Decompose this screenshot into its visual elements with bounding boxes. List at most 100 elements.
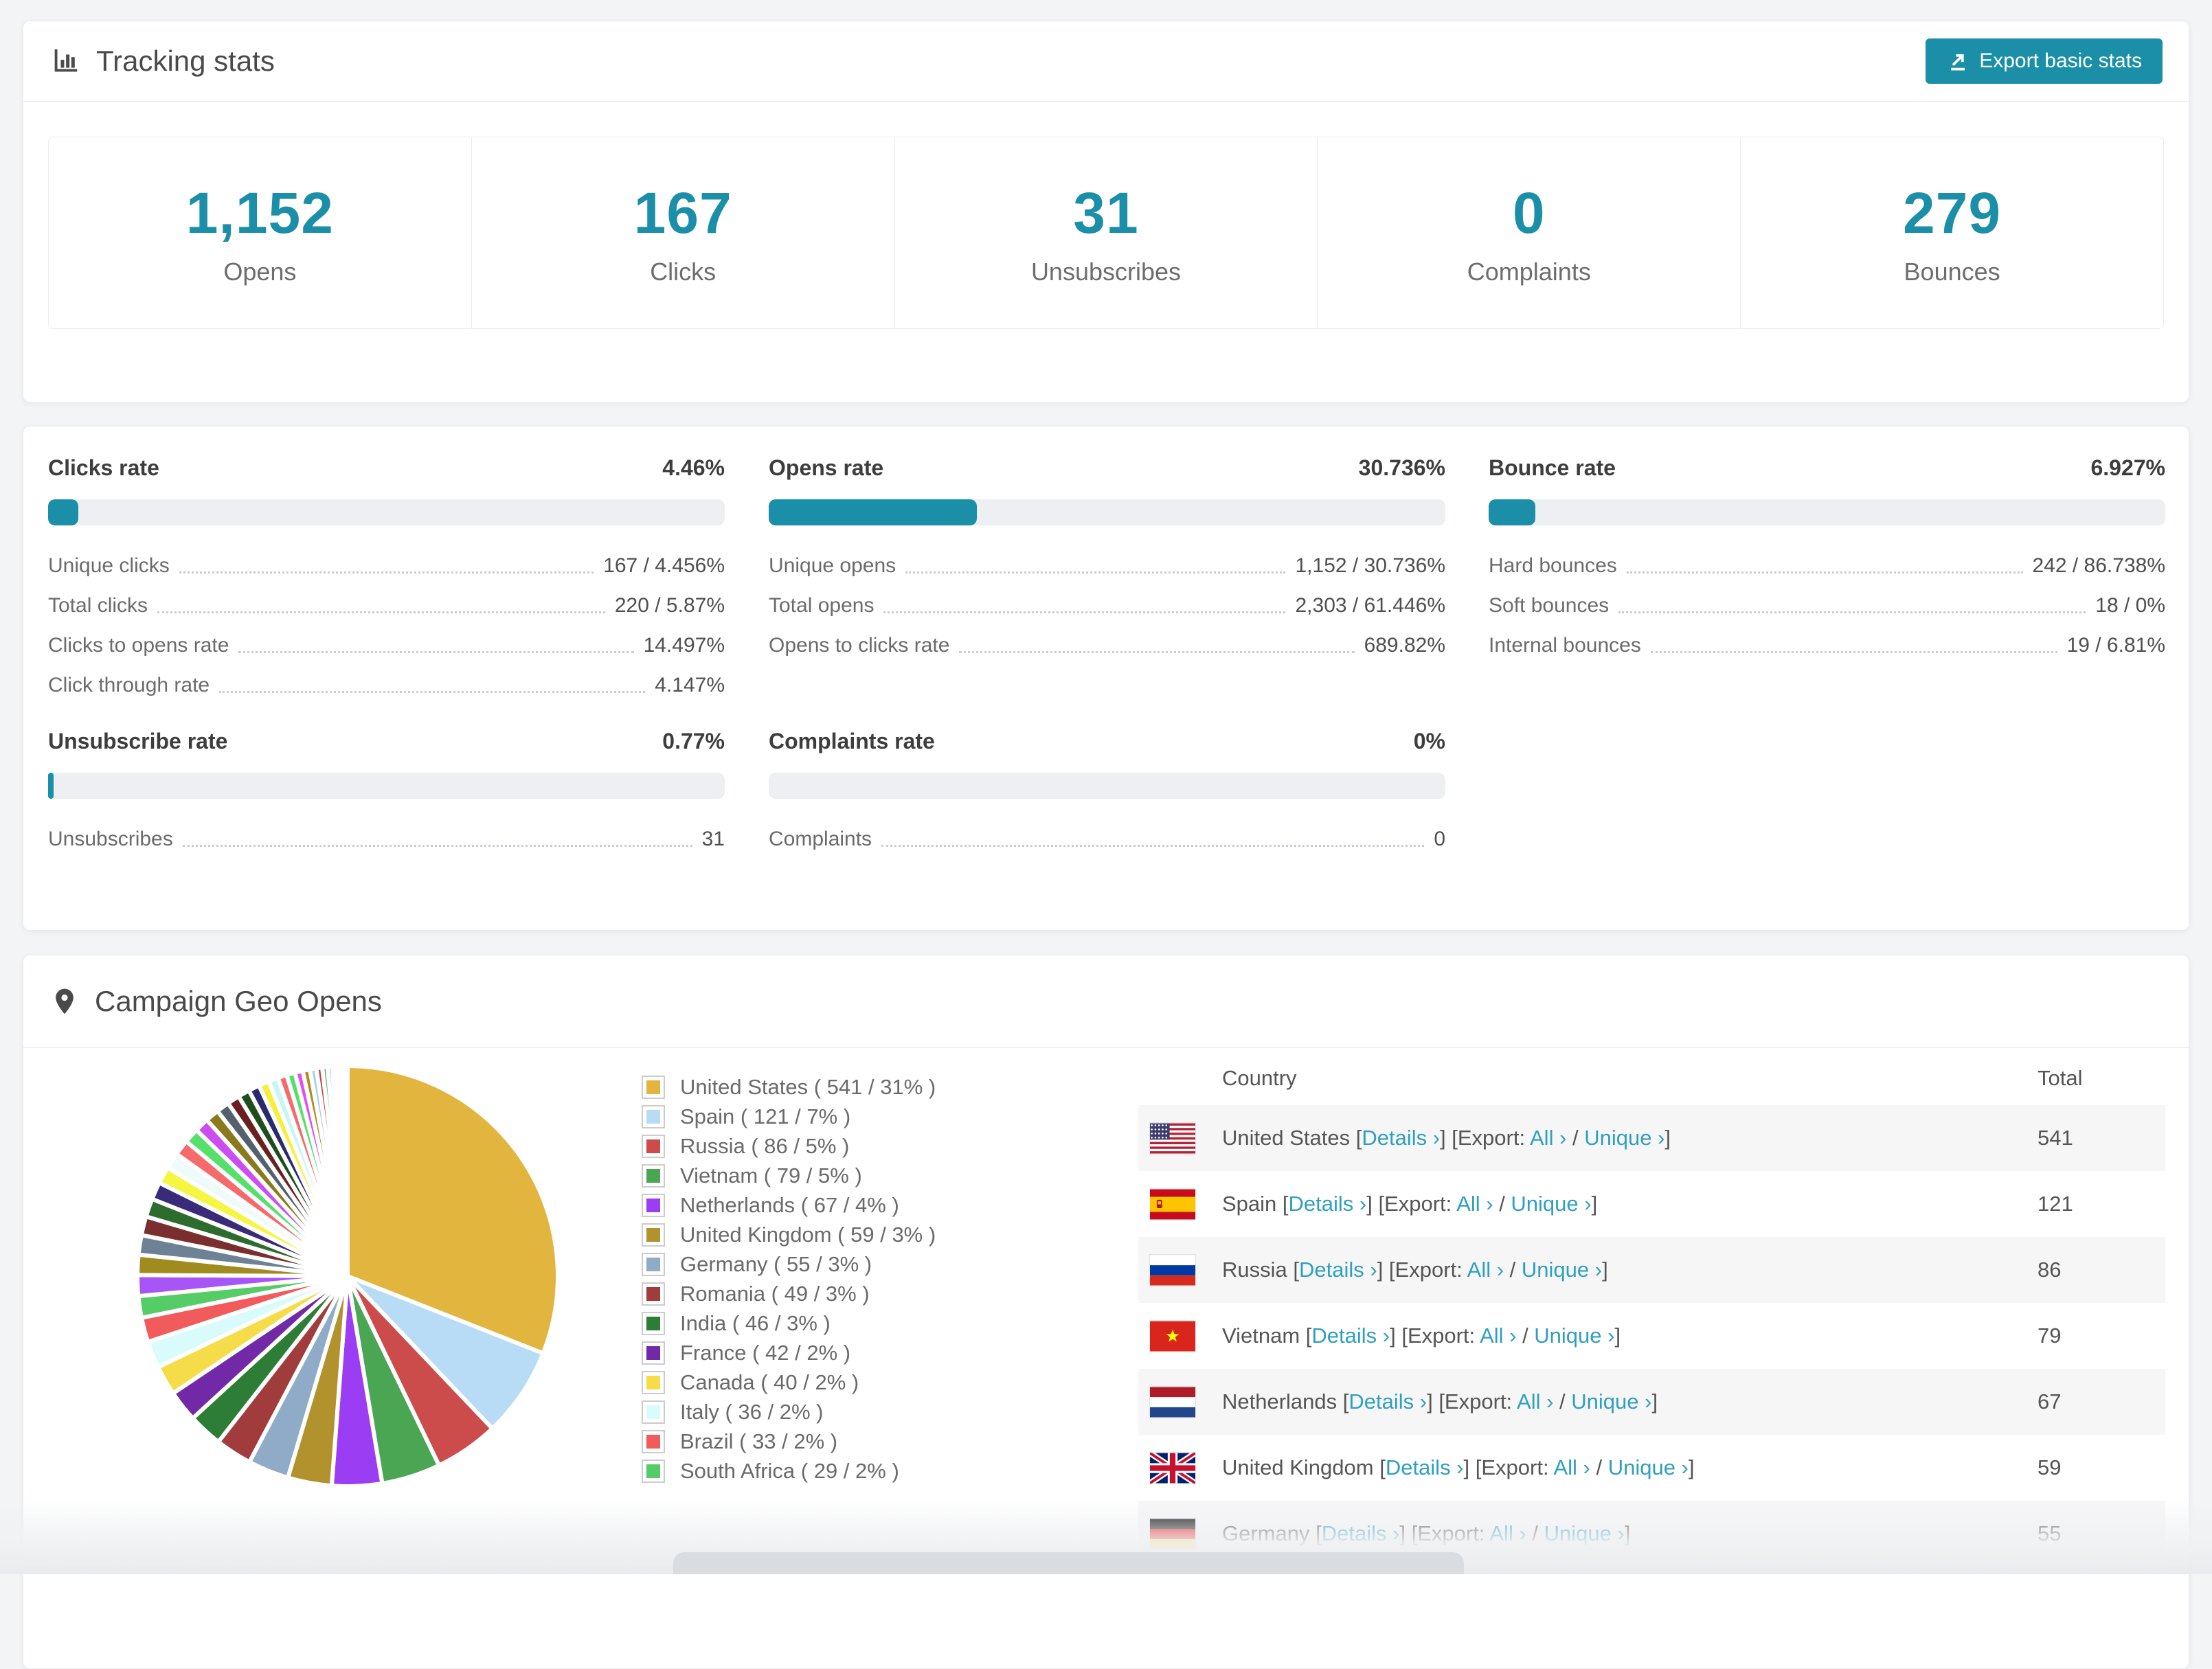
export-all-link[interactable]: All › — [1530, 1126, 1566, 1150]
export-unique-link[interactable]: Unique › — [1608, 1455, 1689, 1479]
rate-stat-row: Opens to clicks rate 689.82% — [769, 633, 1445, 659]
row-total: 541 — [2038, 1126, 2073, 1150]
dotted-leader — [219, 691, 646, 693]
legend-item[interactable]: Canada ( 40 / 2% ) — [642, 1367, 936, 1397]
export-button-label: Export basic stats — [1979, 49, 2142, 72]
export-unique-link[interactable]: Unique › — [1522, 1258, 1602, 1282]
details-link[interactable]: Details › — [1299, 1258, 1377, 1282]
legend-swatch — [642, 1429, 665, 1453]
flag-icon-ru — [1150, 1255, 1195, 1286]
row-total: 67 — [2038, 1389, 2062, 1413]
export-basic-stats-button[interactable]: Export basic stats — [1926, 38, 2163, 84]
row-country-cell: Vietnam [Details ›] [Export: All › / Uni… — [1222, 1324, 1621, 1348]
rate-stat-label: Opens to clicks rate — [769, 634, 950, 657]
rate-value: 6.927% — [2090, 455, 2165, 480]
details-link[interactable]: Details › — [1311, 1324, 1390, 1348]
dotted-leader — [883, 611, 1286, 613]
export-all-link[interactable]: All › — [1480, 1324, 1516, 1348]
legend-swatch — [642, 1104, 665, 1128]
complaints-rate-panel: Complaints rate 0% Complaints 0 — [769, 727, 1445, 866]
details-link[interactable]: Details › — [1386, 1455, 1464, 1479]
export-all-link[interactable]: All › — [1467, 1258, 1504, 1282]
opens-rate-panel: Opens rate 30.736% Unique opens 1,152 / 3… — [769, 454, 1445, 672]
rate-head: Clicks rate 4.46% — [48, 454, 725, 481]
legend-label: Canada ( 40 / 2% ) — [680, 1370, 859, 1394]
legend-label: Romania ( 49 / 3% ) — [680, 1281, 870, 1306]
legend-label: Netherlands ( 67 / 4% ) — [680, 1192, 899, 1217]
legend-swatch — [642, 1075, 665, 1099]
rate-stat-row: Total opens 2,303 / 61.446% — [769, 593, 1445, 619]
stat-bounces: 279 Bounces — [1740, 137, 2163, 328]
row-total: 79 — [2038, 1324, 2062, 1348]
stat-label: Clicks — [650, 257, 716, 286]
stat-label: Bounces — [1904, 257, 2000, 286]
rate-stat-value: 0 — [1434, 828, 1445, 850]
legend-label: Russia ( 86 / 5% ) — [680, 1133, 850, 1158]
legend-item[interactable]: Netherlands ( 67 / 4% ) — [642, 1190, 936, 1220]
details-link[interactable]: Details › — [1289, 1192, 1367, 1216]
bounce-rate-panel: Bounce rate 6.927% Hard bounces 242 / 86.… — [1489, 454, 2165, 672]
legend-item[interactable]: Spain ( 121 / 7% ) — [642, 1102, 936, 1131]
rate-stat-row: Total clicks 220 / 5.87% — [48, 593, 725, 619]
legend-item[interactable]: Italy ( 36 / 2% ) — [642, 1397, 936, 1427]
rate-stat-label: Clicks to opens rate — [48, 634, 229, 657]
rate-stat-value: 167 / 4.456% — [603, 554, 725, 577]
rate-value: 4.46% — [662, 455, 725, 480]
rate-title: Clicks rate — [48, 455, 159, 480]
legend-swatch — [642, 1282, 665, 1306]
progress-bar — [48, 773, 725, 799]
stat-value: 31 — [1073, 180, 1139, 245]
export-all-link[interactable]: All › — [1456, 1192, 1493, 1216]
rate-stat-value: 19 / 6.81% — [2066, 634, 2165, 657]
legend-item[interactable]: Brazil ( 33 / 2% ) — [642, 1427, 936, 1456]
stat-opens: 1,152 Opens — [49, 137, 471, 328]
row-country-cell: Russia [Details ›] [Export: All › / Uniq… — [1222, 1258, 1608, 1282]
progress-bar — [1489, 499, 2165, 525]
flag-icon-vn — [1150, 1321, 1195, 1352]
dotted-leader — [179, 571, 594, 574]
export-all-link[interactable]: All › — [1553, 1455, 1590, 1479]
card-title: Tracking stats — [96, 45, 275, 77]
legend-item[interactable]: Russia ( 86 / 5% ) — [642, 1131, 936, 1161]
details-link[interactable]: Details › — [1362, 1126, 1440, 1150]
bottom-overlay — [673, 1552, 1464, 1574]
export-unique-link[interactable]: Unique › — [1571, 1389, 1651, 1413]
legend-swatch — [642, 1459, 665, 1483]
stat-complaints: 0 Complaints — [1317, 137, 1740, 328]
legend-item[interactable]: United Kingdom ( 59 / 3% ) — [642, 1220, 936, 1249]
geo-pie-chart[interactable] — [128, 1056, 567, 1496]
export-unique-link[interactable]: Unique › — [1534, 1324, 1614, 1348]
geo-table-rows: United States [Details ›] [Export: All ›… — [1138, 1105, 2165, 1567]
stat-value: 1,152 — [185, 180, 334, 245]
export-unique-link[interactable]: Unique › — [1584, 1126, 1664, 1150]
rate-stat-row: Internal bounces 19 / 6.81% — [1489, 633, 2165, 659]
export-icon — [1946, 49, 1970, 73]
legend-item[interactable]: United States ( 541 / 31% ) — [642, 1072, 936, 1102]
rate-rows: Unique opens 1,152 / 30.736% Total opens 2,… — [769, 553, 1445, 659]
stat-label: Opens — [223, 257, 297, 286]
flag-icon-nl — [1150, 1387, 1195, 1418]
rate-stat-value: 220 / 5.87% — [614, 594, 725, 617]
legend-item[interactable]: India ( 46 / 3% ) — [642, 1308, 936, 1338]
legend-item[interactable]: Romania ( 49 / 3% ) — [642, 1279, 936, 1308]
rate-stat-row: Soft bounces 18 / 0% — [1489, 593, 2165, 619]
rate-stat-value: 1,152 / 30.736% — [1295, 554, 1445, 577]
legend-item[interactable]: Vietnam ( 79 / 5% ) — [642, 1161, 936, 1190]
clicks-rate-panel: Clicks rate 4.46% Unique clicks 167 / 4.4… — [48, 454, 725, 712]
rate-value: 0% — [1413, 729, 1445, 753]
progress-fill — [1489, 499, 1536, 525]
legend-swatch — [642, 1400, 665, 1424]
rate-title: Opens rate — [769, 455, 884, 480]
rate-stat-row: Clicks to opens rate 14.497% — [48, 633, 725, 659]
row-country-cell: United States [Details ›] [Export: All ›… — [1222, 1126, 1671, 1150]
legend-label: Brazil ( 33 / 2% ) — [680, 1429, 838, 1453]
legend-item[interactable]: South Africa ( 29 / 2% ) — [642, 1456, 936, 1486]
stat-label: Unsubscribes — [1030, 257, 1182, 286]
legend-swatch — [642, 1252, 665, 1276]
legend-item[interactable]: Germany ( 55 / 3% ) — [642, 1249, 936, 1279]
legend-item[interactable]: France ( 42 / 2% ) — [642, 1338, 936, 1367]
export-all-link[interactable]: All › — [1517, 1389, 1553, 1413]
export-unique-link[interactable]: Unique › — [1511, 1192, 1591, 1216]
dotted-leader — [1650, 651, 2057, 653]
details-link[interactable]: Details › — [1348, 1389, 1427, 1413]
